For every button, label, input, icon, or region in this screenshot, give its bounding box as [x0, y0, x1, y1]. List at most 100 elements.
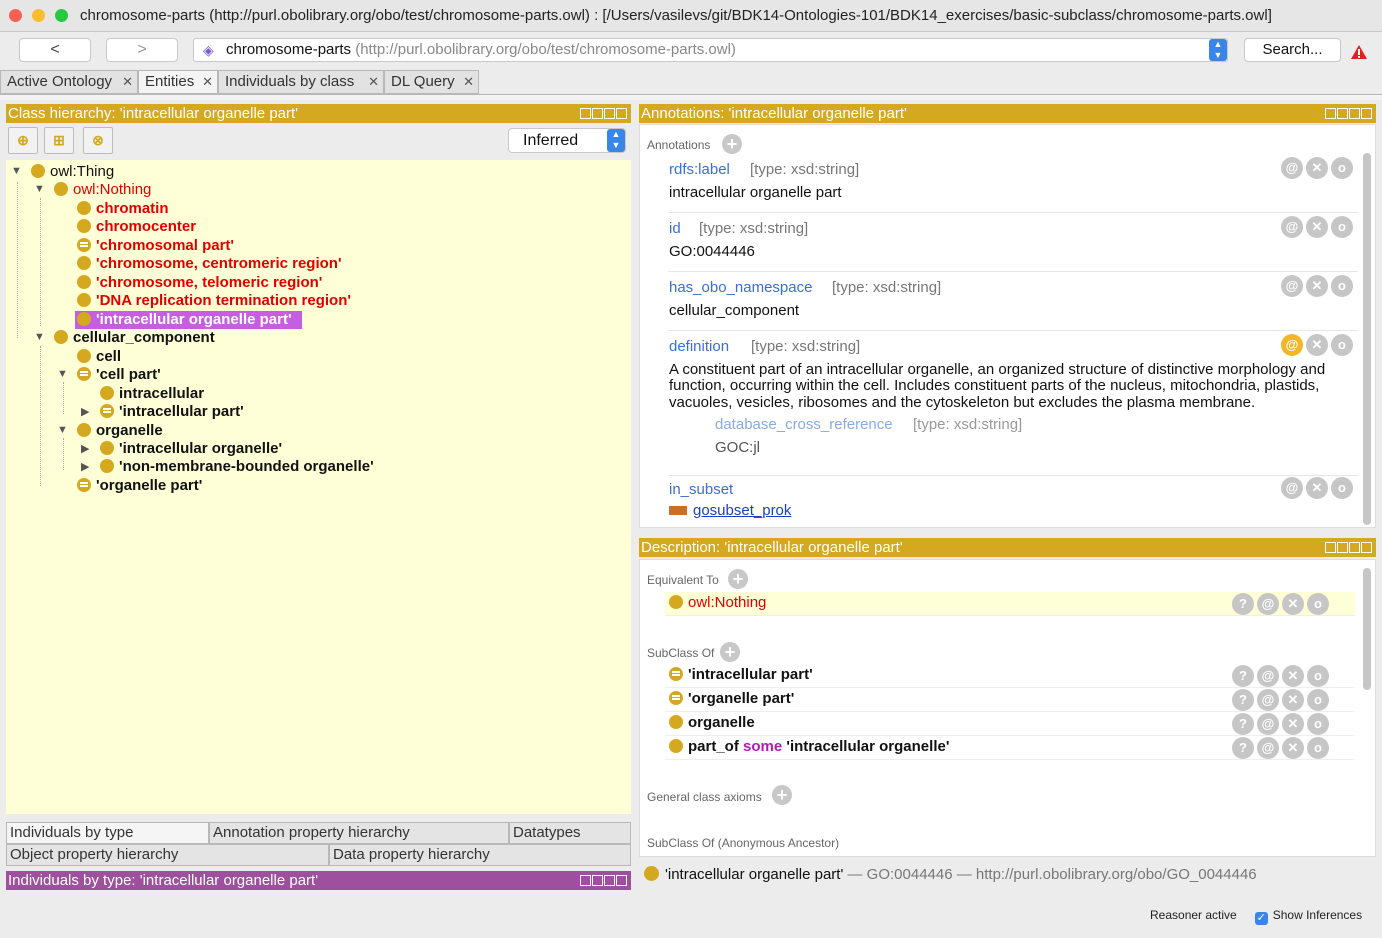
- annotate-button[interactable]: @: [1281, 275, 1303, 297]
- tree-node[interactable]: 'chromosome, telomeric region': [77, 274, 322, 292]
- nested-annotation-property[interactable]: database_cross_reference: [715, 416, 893, 433]
- tab-entities[interactable]: Entities ✕: [138, 70, 218, 94]
- tree-node[interactable]: chromocenter: [77, 218, 196, 236]
- tab-object-property-hierarchy[interactable]: Object property hierarchy: [6, 844, 329, 866]
- explain-button[interactable]: ?: [1232, 593, 1254, 615]
- tree-node[interactable]: cellular_component: [54, 329, 215, 347]
- tab-individuals-by-class[interactable]: Individuals by class ✕: [218, 70, 384, 94]
- delete-button[interactable]: ✕: [1282, 713, 1304, 735]
- tree-node[interactable]: owl:Nothing: [54, 181, 151, 199]
- close-icon[interactable]: ✕: [202, 71, 213, 93]
- tree-node[interactable]: intracellular: [100, 385, 204, 403]
- collapse-arrow-icon[interactable]: ▶: [81, 460, 89, 473]
- annotate-button[interactable]: @: [1257, 689, 1279, 711]
- add-equivalent-button[interactable]: +: [728, 569, 748, 589]
- annotation-property[interactable]: in_subset: [669, 481, 733, 498]
- close-icon[interactable]: ✕: [463, 71, 474, 93]
- expand-arrow-icon[interactable]: ▼: [57, 368, 68, 380]
- equivalent-axiom-row[interactable]: owl:Nothing ? @ ✕ o: [665, 592, 1355, 616]
- delete-button[interactable]: ✕: [1306, 216, 1328, 238]
- edit-button[interactable]: o: [1307, 665, 1329, 687]
- tree-node[interactable]: chromatin: [77, 200, 169, 218]
- tree-node[interactable]: 'organelle part': [77, 477, 202, 495]
- expand-arrow-icon[interactable]: ▼: [34, 331, 45, 343]
- annotation-property[interactable]: rdfs:label: [669, 161, 730, 178]
- tree-node[interactable]: owl:Thing: [31, 163, 114, 181]
- tree-node[interactable]: cell: [77, 348, 121, 366]
- explain-button[interactable]: ?: [1232, 665, 1254, 687]
- annotation-property[interactable]: has_obo_namespace: [669, 279, 812, 296]
- explain-button[interactable]: ?: [1232, 713, 1254, 735]
- chevron-updown-icon[interactable]: ▲ ▼: [1209, 39, 1227, 61]
- tab-active-ontology[interactable]: Active Ontology ✕: [0, 70, 138, 94]
- add-sibling-class-button[interactable]: ⊞: [44, 127, 74, 154]
- delete-button[interactable]: ✕: [1282, 737, 1304, 759]
- edit-button[interactable]: o: [1331, 334, 1353, 356]
- back-button[interactable]: <: [19, 38, 91, 62]
- tree-node[interactable]: 'DNA replication termination region': [77, 292, 351, 310]
- minimize-window-button[interactable]: [32, 9, 45, 22]
- annotate-button[interactable]: @: [1257, 737, 1279, 759]
- ontology-selector[interactable]: ◈ chromosome-parts (http://purl.obolibra…: [193, 38, 1228, 62]
- annotations-scrollbar[interactable]: [1363, 153, 1371, 525]
- subclass-axiom-row[interactable]: organelle ? @ ✕ o: [665, 712, 1355, 736]
- tab-annotation-property-hierarchy[interactable]: Annotation property hierarchy: [209, 822, 509, 844]
- edit-button[interactable]: o: [1307, 713, 1329, 735]
- annotate-button[interactable]: @: [1281, 157, 1303, 179]
- add-general-axiom-button[interactable]: +: [772, 785, 792, 805]
- delete-button[interactable]: ✕: [1306, 477, 1328, 499]
- close-window-button[interactable]: [9, 9, 22, 22]
- zoom-window-button[interactable]: [55, 9, 68, 22]
- delete-button[interactable]: ✕: [1282, 665, 1304, 687]
- collapse-arrow-icon[interactable]: ▶: [81, 405, 89, 418]
- tab-datatypes[interactable]: Datatypes: [509, 822, 631, 844]
- annotate-button[interactable]: @: [1281, 334, 1303, 356]
- subclass-axiom-row[interactable]: part_of some 'intracellular organelle' ?…: [665, 736, 1355, 760]
- tree-node[interactable]: 'intracellular organelle': [100, 440, 282, 458]
- tree-node[interactable]: organelle: [77, 422, 163, 440]
- tab-data-property-hierarchy[interactable]: Data property hierarchy: [329, 844, 631, 866]
- delete-class-button[interactable]: ⊗: [83, 127, 113, 154]
- view-controls[interactable]: [1324, 541, 1372, 560]
- description-scrollbar[interactable]: [1363, 568, 1371, 690]
- tab-dl-query[interactable]: DL Query ✕: [384, 70, 479, 94]
- delete-button[interactable]: ✕: [1282, 593, 1304, 615]
- expand-arrow-icon[interactable]: ▼: [11, 165, 22, 177]
- delete-button[interactable]: ✕: [1282, 689, 1304, 711]
- show-inferences-checkbox[interactable]: ✓: [1254, 912, 1268, 925]
- annotate-button[interactable]: @: [1257, 593, 1279, 615]
- add-subclass-button[interactable]: ⊕: [8, 127, 38, 154]
- reasoner-mode-select[interactable]: Inferred ▲ ▼: [508, 128, 626, 153]
- edit-button[interactable]: o: [1307, 593, 1329, 615]
- add-annotation-button[interactable]: +: [722, 134, 742, 154]
- search-button[interactable]: Search...: [1244, 38, 1341, 62]
- add-superclass-button[interactable]: +: [720, 642, 740, 662]
- tree-node-selected[interactable]: 'intracellular organelle part': [75, 311, 302, 329]
- edit-button[interactable]: o: [1331, 157, 1353, 179]
- expand-arrow-icon[interactable]: ▼: [34, 183, 45, 195]
- annotate-button[interactable]: @: [1281, 216, 1303, 238]
- subclass-axiom-row[interactable]: 'organelle part' ? @ ✕ o: [665, 688, 1355, 712]
- annotation-property[interactable]: id: [669, 220, 681, 237]
- expand-arrow-icon[interactable]: ▼: [57, 424, 68, 436]
- forward-button[interactable]: >: [106, 38, 178, 62]
- collapse-arrow-icon[interactable]: ▶: [81, 442, 89, 455]
- subset-link[interactable]: gosubset_prok: [693, 502, 791, 519]
- delete-button[interactable]: ✕: [1306, 157, 1328, 179]
- warning-icon[interactable]: [1350, 44, 1368, 60]
- tree-node[interactable]: 'chromosome, centromeric region': [77, 255, 342, 273]
- delete-button[interactable]: ✕: [1306, 334, 1328, 356]
- tree-node[interactable]: 'non-membrane-bounded organelle': [100, 458, 374, 476]
- class-tree[interactable]: ▼ owl:Thing ▼ owl:Nothing chromatin chro…: [6, 160, 631, 814]
- annotation-property[interactable]: definition: [669, 338, 729, 355]
- close-icon[interactable]: ✕: [122, 71, 133, 93]
- tab-individuals-by-type[interactable]: Individuals by type: [6, 822, 209, 844]
- annotate-button[interactable]: @: [1281, 477, 1303, 499]
- tree-node[interactable]: 'intracellular part': [100, 403, 244, 421]
- edit-button[interactable]: o: [1331, 477, 1353, 499]
- view-controls[interactable]: [579, 874, 627, 893]
- annotate-button[interactable]: @: [1257, 665, 1279, 687]
- annotate-button[interactable]: @: [1257, 713, 1279, 735]
- subclass-axiom-row[interactable]: 'intracellular part' ? @ ✕ o: [665, 664, 1355, 688]
- delete-button[interactable]: ✕: [1306, 275, 1328, 297]
